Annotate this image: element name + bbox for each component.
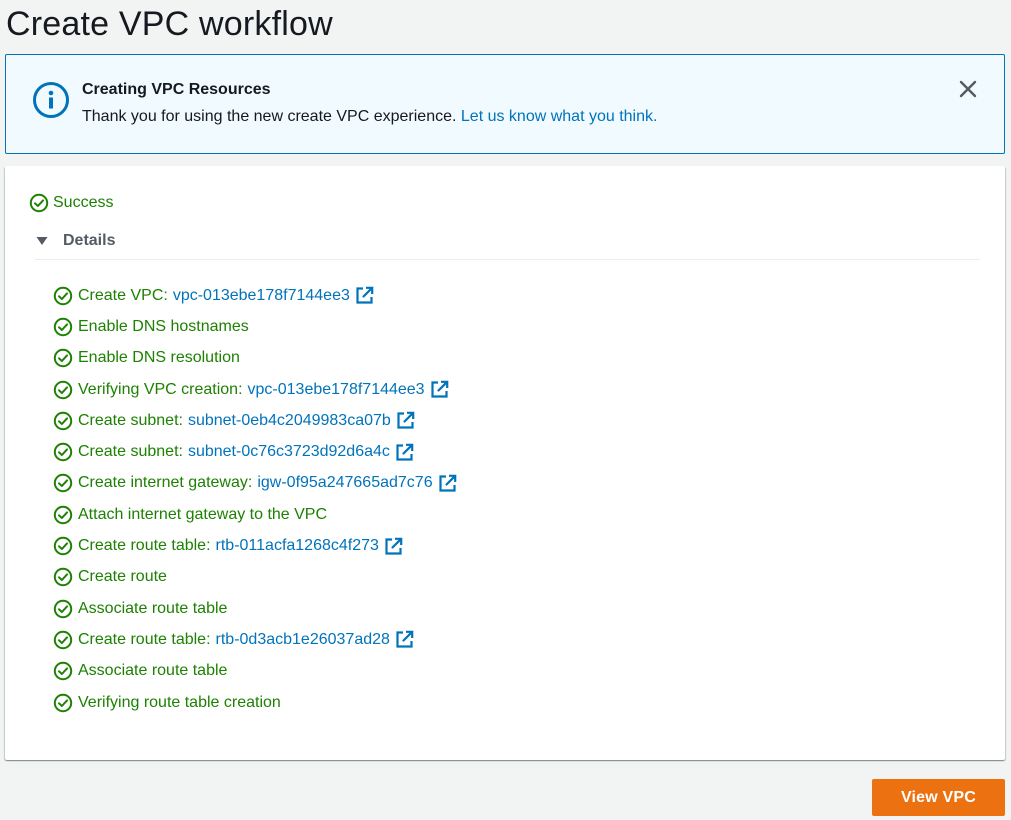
workflow-step: Create internet gateway: igw-0f95a247665a…: [53, 468, 457, 499]
external-link-icon[interactable]: [430, 380, 449, 399]
close-icon[interactable]: [958, 79, 978, 99]
step-label: Create subnet:: [78, 443, 183, 461]
workflow-step: Verifying route table creation: [53, 687, 457, 718]
status-label: Success: [53, 194, 114, 211]
flash-message: Thank you for using the new create VPC e…: [82, 106, 657, 128]
workflow-step: Associate route table: [53, 656, 457, 687]
check-circle-icon: [53, 505, 73, 524]
workflow-panel: Success Details Create VPC: vpc-013ebe178…: [5, 166, 1005, 760]
workflow-step: Create route table: rtb-011acfa1268c4f273: [53, 530, 457, 561]
details-label: Details: [63, 232, 116, 249]
step-label: Associate route table: [78, 662, 228, 680]
resource-link[interactable]: igw-0f95a247665ad7c76: [257, 472, 432, 494]
resource-link[interactable]: vpc-013ebe178f7144ee3: [248, 379, 425, 401]
details-expander[interactable]: Details: [35, 230, 980, 260]
check-circle-icon: [53, 411, 73, 431]
external-link-icon[interactable]: [438, 474, 457, 493]
view-vpc-button[interactable]: View VPC: [872, 779, 1005, 816]
step-label: Create VPC:: [78, 286, 168, 304]
check-circle-icon: [53, 286, 73, 305]
feedback-link[interactable]: Let us know what you think.: [461, 108, 658, 125]
steps-list: Create VPC: vpc-013ebe178f7144ee3 Enable D…: [53, 280, 457, 718]
external-link-icon[interactable]: [396, 411, 415, 430]
step-label: Create internet gateway:: [78, 474, 253, 492]
workflow-step: Create route table: rtb-0d3acb1e26037ad28: [53, 624, 457, 655]
check-circle-icon: [53, 317, 73, 337]
caret-down-icon: [35, 230, 49, 252]
resource-link[interactable]: rtb-011acfa1268c4f273: [216, 535, 379, 557]
workflow-step: Enable DNS hostnames: [53, 311, 457, 342]
check-circle-icon: [29, 193, 49, 213]
step-label: Attach internet gateway to the VPC: [78, 505, 328, 523]
check-circle-icon: [53, 536, 73, 556]
flash-title: Creating VPC Resources: [82, 81, 271, 98]
resource-link[interactable]: vpc-013ebe178f7144ee3: [173, 285, 350, 307]
page-title: Create VPC workflow: [6, 5, 333, 43]
external-link-icon[interactable]: [395, 443, 414, 462]
step-label: Verifying route table creation: [78, 693, 281, 711]
status-indicator: Success: [29, 192, 113, 214]
info-flashbar: Creating VPC Resources Thank you for usi…: [5, 54, 1005, 154]
step-label: Create route table:: [78, 537, 211, 555]
info-icon: [33, 82, 69, 118]
step-label: Create route: [78, 568, 167, 586]
step-label: Enable DNS hostnames: [78, 317, 249, 335]
workflow-step: Create route: [53, 562, 457, 593]
external-link-icon[interactable]: [355, 286, 374, 305]
check-circle-icon: [53, 568, 73, 587]
workflow-step: Create subnet: subnet-0c76c3723d92d6a4c: [53, 436, 457, 467]
external-link-icon[interactable]: [395, 630, 414, 649]
check-circle-icon: [53, 693, 73, 712]
step-label: Verifying VPC creation:: [78, 380, 243, 398]
check-circle-icon: [53, 349, 73, 368]
workflow-step: Create VPC: vpc-013ebe178f7144ee3: [53, 280, 457, 311]
check-circle-icon: [53, 380, 73, 399]
workflow-step: Associate route table: [53, 593, 457, 624]
check-circle-icon: [53, 474, 73, 493]
flash-message-text: Thank you for using the new create VPC e…: [82, 108, 457, 125]
workflow-step: Attach internet gateway to the VPC: [53, 499, 457, 530]
workflow-step: Verifying VPC creation: vpc-013ebe178f714…: [53, 374, 457, 405]
step-label: Associate route table: [78, 599, 228, 617]
check-circle-icon: [53, 442, 73, 462]
step-label: Create subnet:: [78, 411, 183, 429]
resource-link[interactable]: rtb-0d3acb1e26037ad28: [216, 629, 390, 651]
workflow-step: Enable DNS resolution: [53, 343, 457, 374]
step-label: Create route table:: [78, 630, 211, 648]
resource-link[interactable]: subnet-0c76c3723d92d6a4c: [188, 441, 390, 463]
check-circle-icon: [53, 630, 73, 650]
check-circle-icon: [53, 662, 73, 681]
external-link-icon[interactable]: [384, 537, 403, 556]
workflow-step: Create subnet: subnet-0eb4c2049983ca07b: [53, 405, 457, 436]
resource-link[interactable]: subnet-0eb4c2049983ca07b: [188, 410, 391, 432]
check-circle-icon: [53, 599, 73, 618]
step-label: Enable DNS resolution: [78, 349, 240, 367]
